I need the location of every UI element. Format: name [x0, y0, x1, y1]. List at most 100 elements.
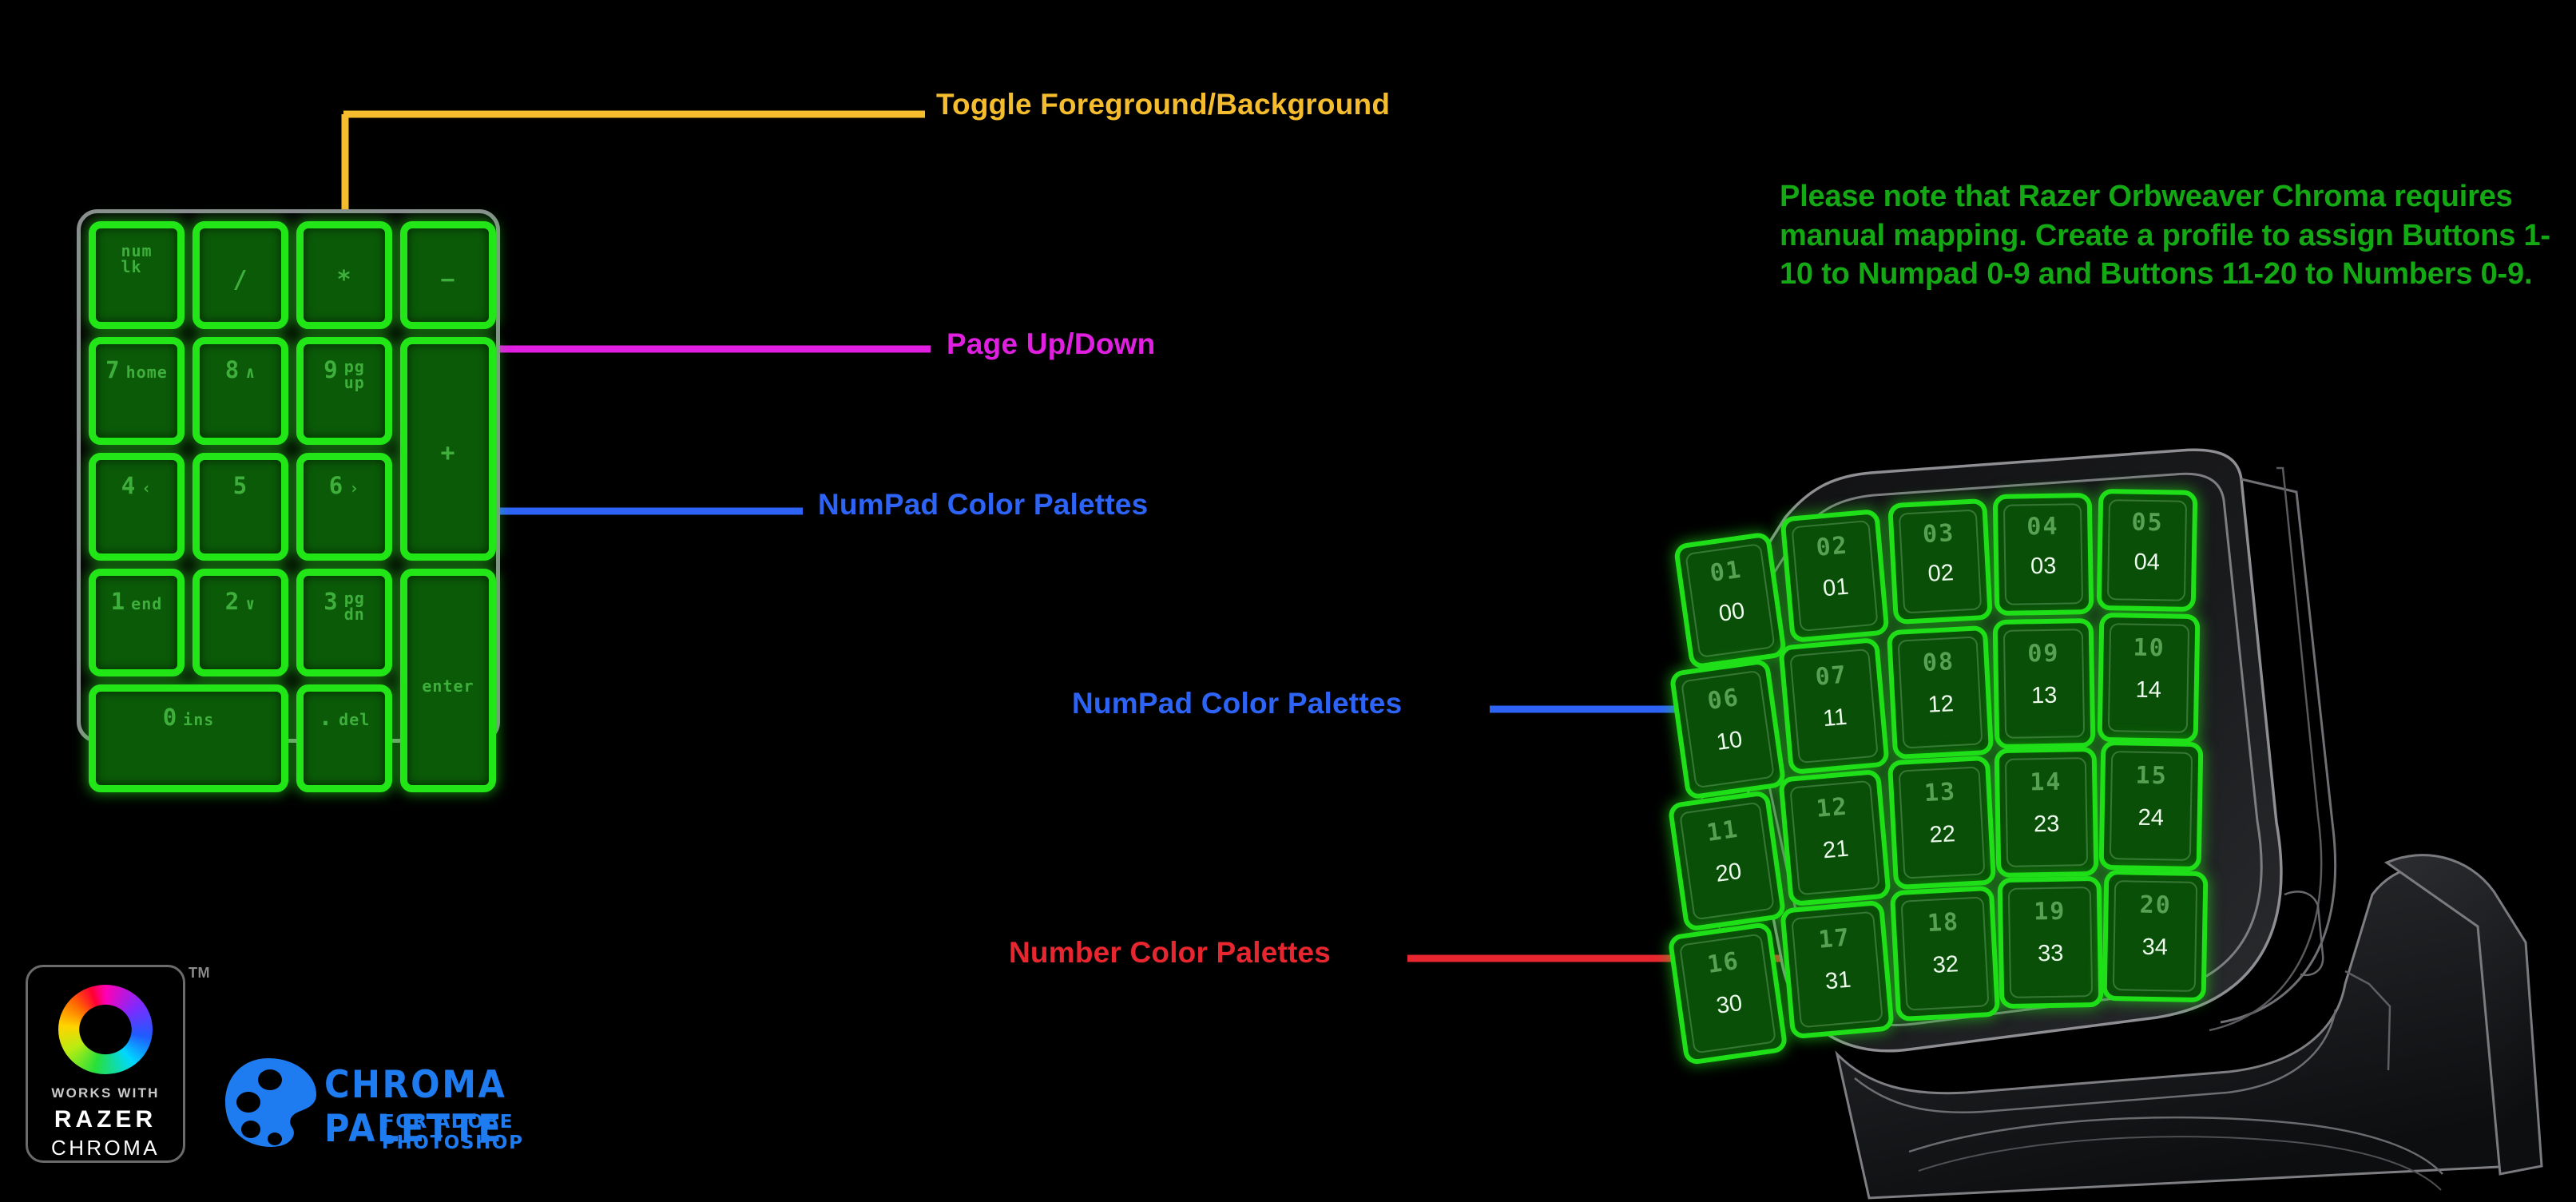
numpad-key-number: 7 [105, 356, 121, 383]
annotation-label-numpad-palettes-orb: NumPad Color Palettes [1072, 687, 1403, 720]
orbweaver-key-id: 03 [1922, 519, 1956, 549]
orbweaver-side-vent [2284, 891, 2324, 977]
numpad-key-number: 2 [224, 588, 240, 615]
orbweaver-key-mapping: 00 [1717, 597, 1747, 627]
numpad-key-np6[interactable]: 6 › [296, 453, 392, 561]
orbweaver-key-16[interactable]: 16 30 [1667, 921, 1788, 1066]
numpad-key-subtext: › [349, 478, 360, 498]
numpad-key-np1[interactable]: 1 end [89, 569, 185, 676]
orbweaver-key-mapping: 01 [1821, 573, 1850, 601]
numpad-key-np2[interactable]: 2 ∨ [193, 569, 288, 676]
numpad-key-subtext: pg up [343, 357, 365, 393]
orbweaver-key-mapping: 14 [2135, 676, 2162, 703]
orbweaver-key-07[interactable]: 07 11 [1778, 637, 1890, 776]
orbweaver-key-id: 04 [2026, 512, 2059, 541]
orbweaver-key-mapping: 34 [2141, 934, 2169, 961]
orbweaver-key-19[interactable]: 19 33 [1997, 875, 2104, 1010]
orbweaver-key-id: 19 [2033, 897, 2066, 926]
orbweaver-key-mapping: 23 [2033, 811, 2060, 837]
numpad-key-number: 4 [121, 472, 137, 499]
numpad-key-legend: num lk [96, 243, 177, 276]
numpad-key-npdot[interactable]: . del [296, 684, 392, 792]
numpad-key-symbol: − [440, 265, 456, 294]
orbweaver-key-10[interactable]: 10 14 [2097, 612, 2201, 744]
numpad-key-np9[interactable]: 9 pg up [296, 337, 392, 445]
numpad-key-legend: 8 ∧ [200, 359, 281, 382]
numpad-key-subtext: home [125, 363, 168, 382]
orbweaver-key-02[interactable]: 02 01 [1780, 508, 1890, 644]
orbweaver-key-id: 06 [1705, 683, 1742, 716]
orbweaver-key-mapping: 33 [2037, 941, 2064, 967]
numpad-key-number: 3 [323, 588, 339, 615]
orbweaver-key-12[interactable]: 12 21 [1778, 768, 1891, 907]
orbweaver-key-20[interactable]: 20 34 [2102, 869, 2209, 1003]
orbweaver-key-id: 12 [1815, 791, 1850, 823]
orbweaver-key-id: 02 [1815, 531, 1850, 562]
numpad-key-number: 1 [110, 588, 126, 615]
numpad-key-subtext: del [339, 710, 371, 729]
numpad-key-symbol: * [336, 265, 352, 294]
chroma-palette-logo: CHROMA PALETTE FOR ADOBE PHOTOSHOP [222, 1058, 589, 1158]
numpad-key-np3[interactable]: 3 pg dn [296, 569, 392, 676]
numpad-key-numlk[interactable]: num lk [89, 221, 185, 329]
annotation-label-number-palettes: Number Color Palettes [1009, 936, 1332, 969]
annotation-label-page-up-down: Page Up/Down [947, 327, 1156, 360]
numpad-key-np5[interactable]: 5 [193, 453, 288, 561]
orbweaver-key-mapping: 11 [1821, 704, 1848, 732]
numpad-key-plus[interactable]: + [400, 337, 496, 561]
numpad-key-np8[interactable]: 8 ∧ [193, 337, 288, 445]
numpad-key-np7[interactable]: 7 home [89, 337, 185, 445]
numpad-key-legend: 5 [200, 474, 281, 498]
orbweaver-key-id: 05 [2131, 508, 2164, 538]
orbweaver-key-05[interactable]: 05 04 [2096, 488, 2198, 613]
orbweaver-key-17[interactable]: 17 31 [1780, 899, 1895, 1040]
numpad-key-legend: 7 home [96, 359, 177, 382]
numpad-key-legend: 6 › [304, 474, 385, 498]
orbweaver-key-09[interactable]: 09 13 [1992, 617, 2096, 750]
numpad-key-subtext: ins [183, 710, 215, 729]
palette-logo-subtitle: FOR ADOBE PHOTOSHOP [382, 1112, 524, 1153]
orbweaver-key-mapping: 12 [1927, 690, 1955, 718]
numpad-device: num lk / * −7 home 8 ∧ 9 pg up +4 ‹ 5 6 › 1 end 2 ∨ 3 pg dn ent… [77, 209, 500, 792]
numpad-key-enter[interactable]: enter [400, 569, 496, 792]
orbweaver-key-mapping: 02 [1927, 559, 1955, 587]
numpad-key-minus[interactable]: − [400, 221, 496, 329]
orbweaver-key-11[interactable]: 11 20 [1667, 789, 1787, 933]
numpad-key-legend: * [304, 268, 385, 292]
numpad-key-np4[interactable]: 4 ‹ [89, 453, 185, 561]
orbweaver-key-id: 14 [2029, 768, 2062, 796]
orbweaver-key-18[interactable]: 18 32 [1889, 885, 2001, 1022]
numpad-key-legend: 0 ins [96, 706, 281, 729]
orbweaver-key-15[interactable]: 15 24 [2098, 740, 2204, 872]
orbweaver-key-14[interactable]: 14 23 [1994, 746, 2099, 879]
orbweaver-key-01[interactable]: 01 00 [1673, 531, 1788, 670]
numpad-key-legend: enter [407, 678, 489, 694]
orbweaver-key-mapping: 10 [1714, 726, 1744, 756]
numpad-key-multiply[interactable]: * [296, 221, 392, 329]
numpad-key-number: 9 [323, 356, 339, 383]
badge-brand-label: RAZER [54, 1106, 157, 1133]
numpad-key-number: . [318, 704, 334, 731]
numpad-key-number: 6 [328, 472, 344, 499]
orbweaver-device: 01 00 02 01 03 02 04 03 05 04 06 10 07 11 08 12 09 13 10 14… [1667, 447, 2576, 1202]
numpad-key-subtext: ∨ [245, 594, 256, 613]
orbweaver-key-mapping: 24 [2137, 804, 2165, 831]
orbweaver-key-mapping: 30 [1714, 990, 1744, 1020]
diagram-canvas: Toggle Foreground/Background Page Up/Dow… [0, 0, 2576, 1202]
numpad-key-legend: 3 pg dn [304, 590, 385, 623]
numpad-key-number: 8 [224, 356, 240, 383]
numpad-key-divide[interactable]: / [193, 221, 288, 329]
orbweaver-key-08[interactable]: 08 12 [1886, 625, 1995, 760]
manual-mapping-note: Please note that Razer Orbweaver Chroma … [1780, 180, 2550, 292]
numpad-key-legend: . del [304, 706, 385, 729]
orbweaver-key-mapping: 04 [2133, 549, 2161, 575]
numpad-key-np0[interactable]: 0 ins [89, 684, 288, 792]
orbweaver-key-mapping: 32 [1931, 951, 1959, 979]
orbweaver-key-id: 13 [1923, 777, 1957, 807]
orbweaver-key-03[interactable]: 03 02 [1887, 498, 1993, 625]
orbweaver-key-id: 10 [2133, 633, 2166, 662]
orbweaver-key-06[interactable]: 06 10 [1669, 658, 1787, 800]
orbweaver-key-id: 07 [1814, 660, 1849, 692]
orbweaver-key-04[interactable]: 04 03 [1992, 492, 2094, 617]
orbweaver-key-13[interactable]: 13 22 [1887, 755, 1997, 891]
